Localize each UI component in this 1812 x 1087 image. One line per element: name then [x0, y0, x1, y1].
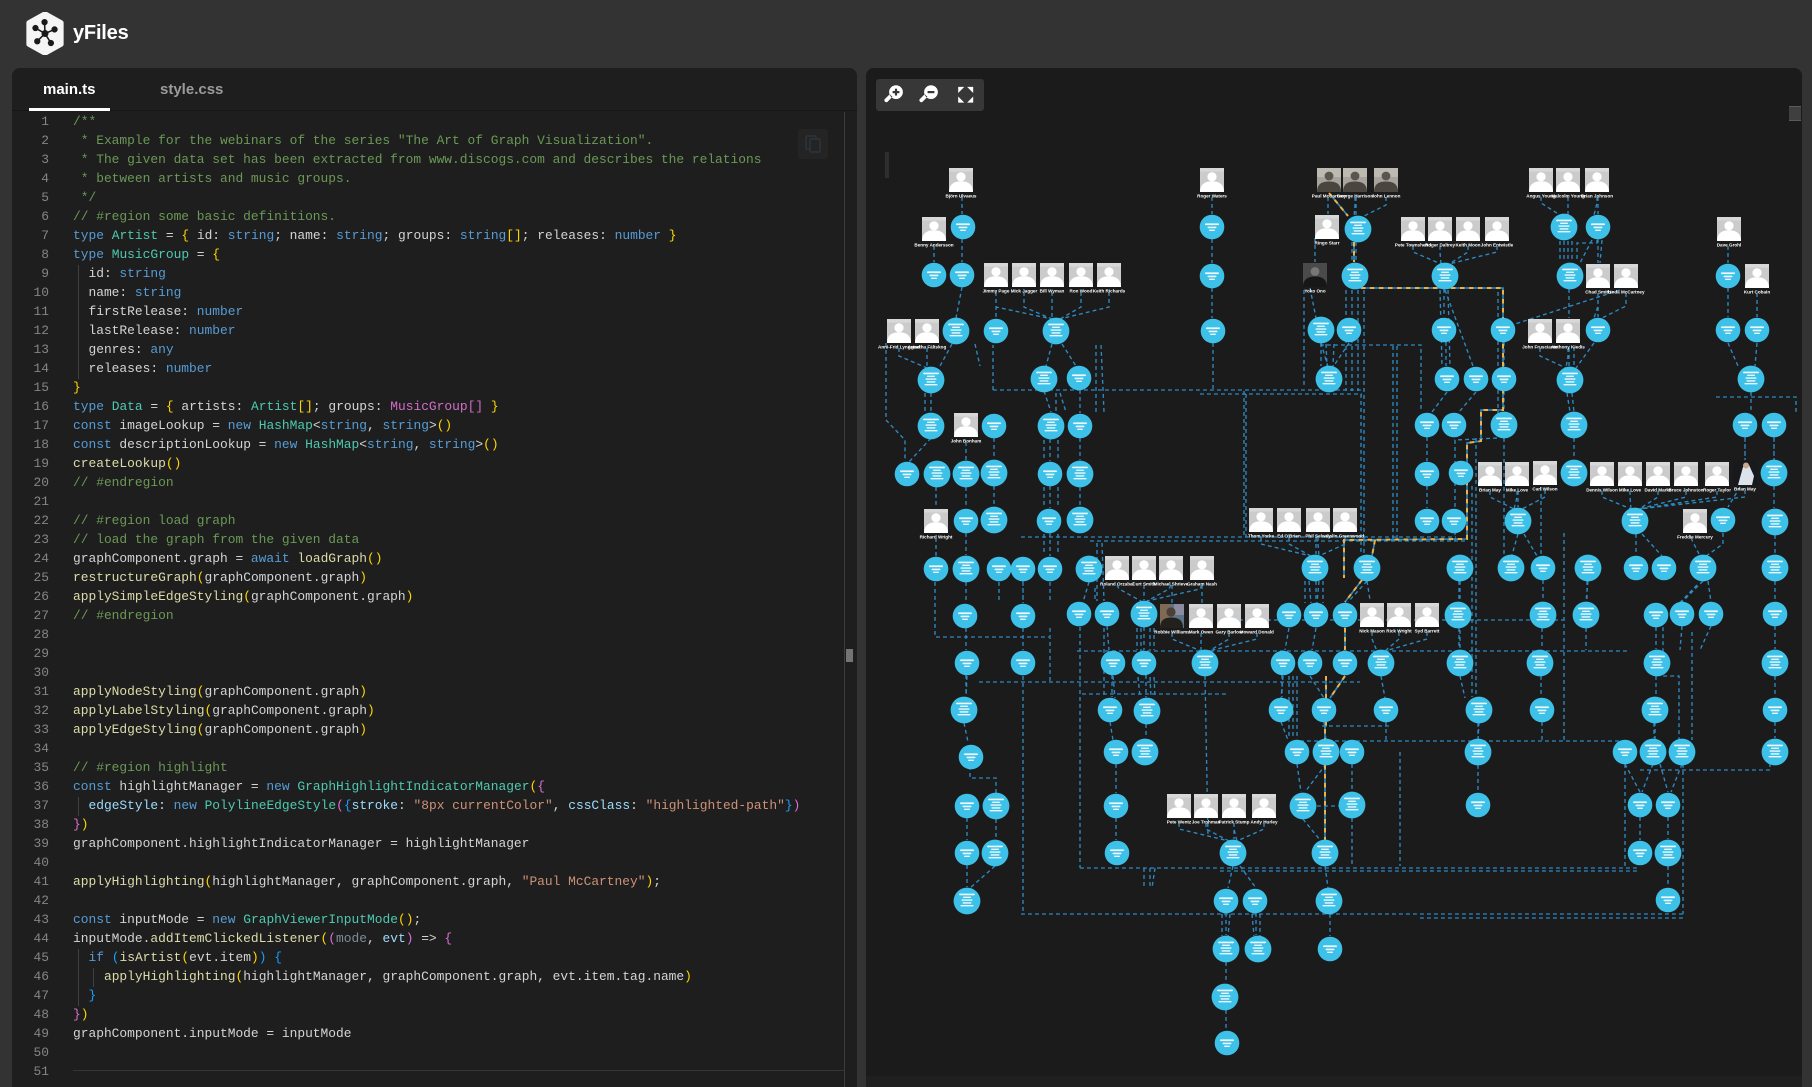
svg-text:Colin Greenwood: Colin Greenwood [1326, 534, 1364, 539]
svg-text:Andy Hurley: Andy Hurley [1250, 820, 1278, 825]
svg-text:Benny Andersson: Benny Andersson [914, 243, 953, 248]
svg-text:Mark Owen: Mark Owen [1189, 630, 1214, 635]
svg-text:Thom Yorke: Thom Yorke [1248, 534, 1275, 539]
svg-text:George Harrison: George Harrison [1337, 194, 1373, 199]
svg-text:Roger Taylor: Roger Taylor [1703, 488, 1731, 493]
svg-text:Graham Nash: Graham Nash [1187, 582, 1217, 587]
svg-text:Ed O'Brien: Ed O'Brien [1277, 534, 1301, 539]
svg-text:John Bonham: John Bonham [951, 439, 982, 444]
svg-text:Jimmy Page: Jimmy Page [983, 289, 1010, 294]
svg-text:Nick Mason: Nick Mason [1359, 629, 1385, 634]
svg-text:Carl Wilson: Carl Wilson [1532, 487, 1557, 492]
svg-text:John Entwistle: John Entwistle [1481, 243, 1514, 248]
svg-text:Mike Love: Mike Love [1506, 488, 1529, 493]
svg-text:Malcolm Young: Malcolm Young [1551, 194, 1585, 199]
svg-text:Kurt Cobain: Kurt Cobain [1744, 290, 1770, 295]
svg-text:Michael Shrieve: Michael Shrieve [1154, 582, 1189, 587]
svg-text:John Lennon: John Lennon [1372, 194, 1401, 199]
svg-text:Curt Smith: Curt Smith [1132, 582, 1156, 587]
svg-text:Dave Grohl: Dave Grohl [1717, 243, 1742, 248]
svg-text:Freddie Mercury: Freddie Mercury [1677, 535, 1713, 540]
svg-text:Mick Jagger: Mick Jagger [1011, 289, 1038, 294]
svg-text:Mike Love: Mike Love [1619, 488, 1642, 493]
svg-text:Keith Moon: Keith Moon [1455, 243, 1480, 248]
svg-text:Ron Wood: Ron Wood [1070, 289, 1093, 294]
svg-text:Anthony Kiedis: Anthony Kiedis [1551, 345, 1585, 350]
svg-text:Brian Johnson: Brian Johnson [1581, 194, 1613, 199]
svg-text:Linda McCartney: Linda McCartney [1607, 290, 1644, 295]
svg-text:Ringo Starr: Ringo Starr [1314, 241, 1339, 246]
svg-text:Gary Barlow: Gary Barlow [1215, 630, 1242, 635]
svg-text:Roland Orzabal: Roland Orzabal [1100, 582, 1134, 587]
svg-text:Björn Ulvaeus: Björn Ulvaeus [946, 194, 977, 199]
svg-text:Syd Barrett: Syd Barrett [1415, 629, 1440, 634]
svg-text:Bruce Johnston: Bruce Johnston [1669, 488, 1704, 493]
svg-text:Richard Wright: Richard Wright [920, 535, 953, 540]
svg-text:Rick Wright: Rick Wright [1386, 629, 1412, 634]
svg-text:Patrick Stump: Patrick Stump [1219, 820, 1250, 825]
svg-text:Roger Daltrey: Roger Daltrey [1425, 243, 1456, 248]
svg-text:Brian May: Brian May [1479, 488, 1501, 493]
svg-text:Pete Wentz: Pete Wentz [1167, 820, 1192, 825]
svg-text:Howard Donald: Howard Donald [1240, 630, 1274, 635]
svg-text:Brian May: Brian May [1734, 487, 1756, 492]
svg-text:Agnetha Fältskog: Agnetha Fältskog [908, 345, 947, 350]
svg-text:Keith Richards: Keith Richards [1093, 289, 1126, 294]
svg-text:Roger Waters: Roger Waters [1197, 194, 1227, 199]
svg-text:Robbie Williams: Robbie Williams [1154, 630, 1190, 635]
svg-text:Joe Trohman: Joe Trohman [1192, 820, 1221, 825]
svg-text:Yoko Ono: Yoko Ono [1304, 289, 1326, 294]
svg-text:Dennis Wilson: Dennis Wilson [1586, 488, 1618, 493]
svg-text:Bill Wyman: Bill Wyman [1040, 289, 1065, 294]
